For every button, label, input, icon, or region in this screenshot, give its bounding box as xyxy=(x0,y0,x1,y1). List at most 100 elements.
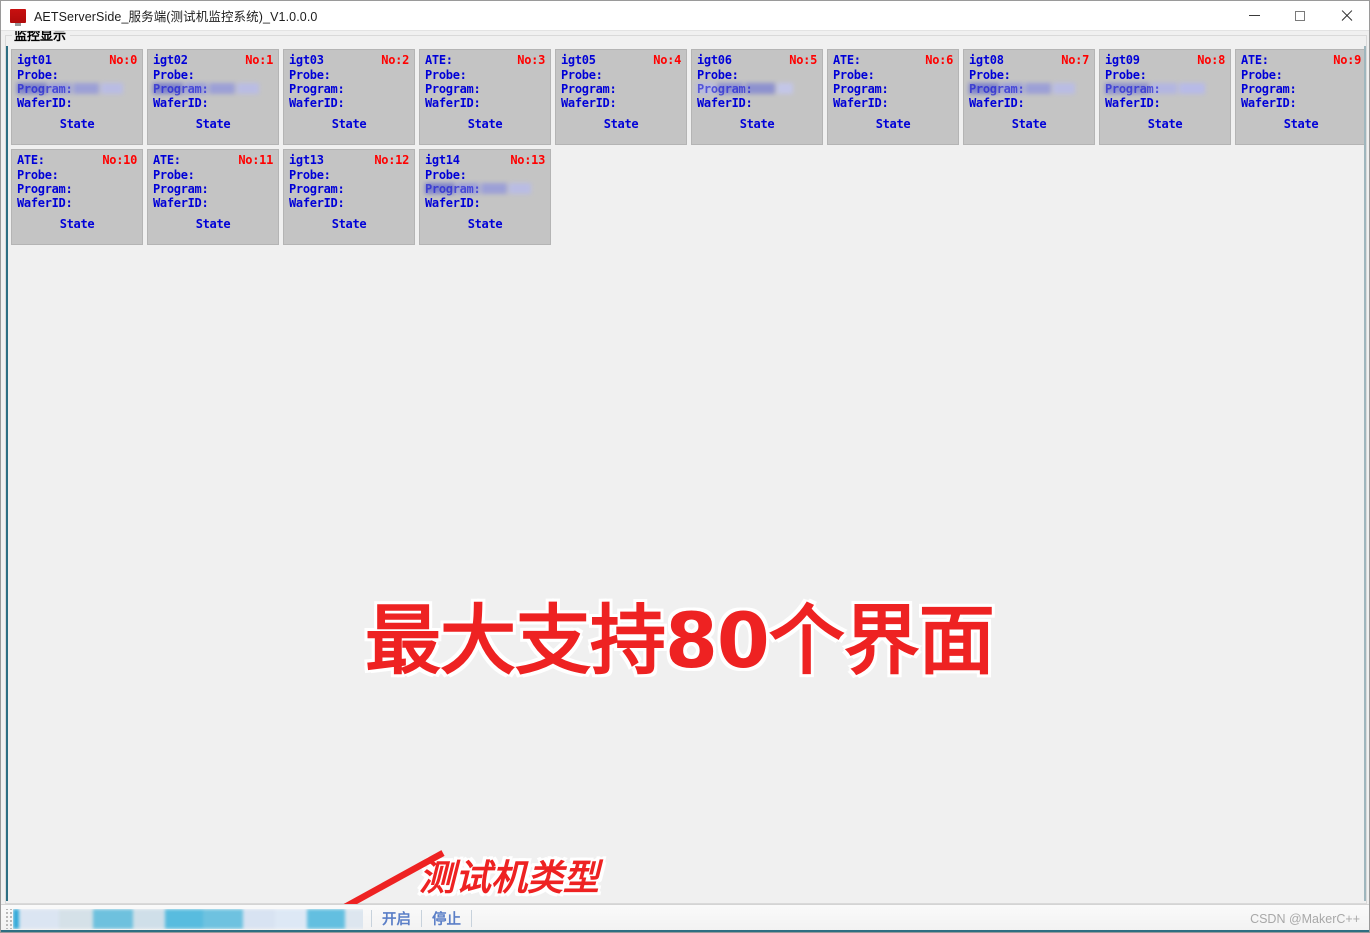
state-label: State xyxy=(195,217,231,231)
tester-panel-header: igt05 No:4 xyxy=(561,53,681,68)
tester-number-label: No:2 xyxy=(381,53,409,67)
maximize-icon[interactable] xyxy=(1277,1,1323,31)
state-label: State xyxy=(1283,117,1319,131)
tester-panel[interactable]: ATE: No:11 Probe: Program: WaferID: State xyxy=(147,149,279,245)
groupbox-top-border xyxy=(6,35,1366,36)
tester-panel[interactable]: igt13 No:12 Probe: Program: WaferID: State xyxy=(283,149,415,245)
start-button[interactable]: 开启 xyxy=(380,908,413,929)
state-label: State xyxy=(467,217,503,231)
tester-panel-grid: igt01 No:0 Probe: Program: WaferID: State igt0… xyxy=(11,49,1364,245)
tester-number-label: No:0 xyxy=(109,53,137,67)
tester-panel[interactable]: igt03 No:2 Probe: Program: WaferID: State xyxy=(283,49,415,145)
tester-panel-header: igt03 No:2 xyxy=(289,53,409,68)
tester-panel-header: ATE: No:3 xyxy=(425,53,545,68)
program-label-text: Program: xyxy=(1105,82,1161,96)
program-label: Program: xyxy=(17,182,73,196)
tester-ate-label: ATE: xyxy=(153,153,181,167)
program-label-redacted: Program: xyxy=(697,82,817,96)
tester-ate-label: ATE: xyxy=(833,53,861,67)
program-label-redacted: Program: xyxy=(425,182,545,196)
tester-panel[interactable]: ATE: No:3 Probe: Program: WaferID: State xyxy=(419,49,551,145)
tester-panel[interactable]: igt09 No:8 Probe: Program: WaferID: State xyxy=(1099,49,1231,145)
program-label: Program: xyxy=(833,82,889,96)
tester-panel-header: igt13 No:12 xyxy=(289,153,409,168)
program-label-redacted: Program: xyxy=(969,82,1089,96)
probe-label: Probe: xyxy=(697,68,739,82)
wafer-id-label: WaferID: xyxy=(833,96,889,110)
program-label: Program: xyxy=(289,82,345,96)
tester-panel-header: ATE: No:11 xyxy=(153,153,273,168)
tester-panel[interactable]: igt06 No:5 Probe: Program: WaferID: State xyxy=(691,49,823,145)
program-label: Program: xyxy=(1241,82,1297,96)
state-label: State xyxy=(1011,117,1047,131)
program-label: Program: xyxy=(561,82,617,96)
toolbar-separator-1 xyxy=(371,910,372,927)
probe-label: Probe: xyxy=(17,168,59,182)
wafer-id-label: WaferID: xyxy=(153,196,209,210)
tester-ate-label: ATE: xyxy=(17,153,45,167)
tester-type-selector-redacted[interactable] xyxy=(13,908,363,929)
probe-label: Probe: xyxy=(289,68,331,82)
tester-panel[interactable]: igt14 No:13 Probe: Program: WaferID: State xyxy=(419,149,551,245)
tester-number-label: No:11 xyxy=(238,153,273,167)
stop-button[interactable]: 停止 xyxy=(430,908,463,929)
annotation-max-panels: 最大支持80个界面 xyxy=(365,596,995,685)
state-label: State xyxy=(603,117,639,131)
panel-scroll-host: igt01 No:0 Probe: Program: WaferID: State igt0… xyxy=(8,46,1364,901)
probe-label: Probe: xyxy=(1105,68,1147,82)
tester-panel-header: ATE: No:10 xyxy=(17,153,137,168)
probe-label: Probe: xyxy=(153,68,195,82)
tester-panel-header: igt01 No:0 xyxy=(17,53,137,68)
tester-number-label: No:6 xyxy=(925,53,953,67)
tester-number-label: No:1 xyxy=(245,53,273,67)
tester-number-label: No:5 xyxy=(789,53,817,67)
client-area: 监控显示 igt01 No:0 Probe: Program: WaferID: Stat… xyxy=(1,31,1369,932)
program-label-text: Program: xyxy=(17,82,73,96)
tester-panel-header: ATE: No:9 xyxy=(1241,53,1361,68)
tester-panel[interactable]: igt08 No:7 Probe: Program: WaferID: State xyxy=(963,49,1095,145)
wafer-id-label: WaferID: xyxy=(289,196,345,210)
probe-label: Probe: xyxy=(1241,68,1283,82)
tester-ate-label: igt13 xyxy=(289,153,324,167)
minimize-icon[interactable] xyxy=(1231,1,1277,31)
window-title: AETServerSide_服务端(测试机监控系统)_V1.0.0.0 xyxy=(34,10,318,24)
tester-ate-label: igt01 xyxy=(17,53,52,67)
application-window: AETServerSide_服务端(测试机监控系统)_V1.0.0.0 监控显示… xyxy=(0,0,1370,933)
state-label: State xyxy=(59,117,95,131)
scroll-rail-right[interactable] xyxy=(1364,46,1366,901)
tester-panel[interactable]: ATE: No:6 Probe: Program: WaferID: State xyxy=(827,49,959,145)
tester-panel-header: igt02 No:1 xyxy=(153,53,273,68)
probe-label: Probe: xyxy=(833,68,875,82)
toolbar-drag-handle[interactable] xyxy=(4,908,12,929)
tester-ate-label: igt14 xyxy=(425,153,460,167)
monitor-display-groupbox: 监控显示 igt01 No:0 Probe: Program: WaferID: Stat… xyxy=(5,31,1367,904)
title-bar: AETServerSide_服务端(测试机监控系统)_V1.0.0.0 xyxy=(1,1,1369,31)
wafer-id-label: WaferID: xyxy=(153,96,209,110)
window-controls xyxy=(1231,1,1369,31)
redaction-blur-layer xyxy=(13,908,363,929)
tester-panel[interactable]: ATE: No:10 Probe: Program: WaferID: State xyxy=(11,149,143,245)
probe-label: Probe: xyxy=(425,168,467,182)
tester-ate-label: igt06 xyxy=(697,53,732,67)
tester-number-label: No:13 xyxy=(510,153,545,167)
wafer-id-label: WaferID: xyxy=(697,96,753,110)
tester-number-label: No:7 xyxy=(1061,53,1089,67)
tester-ate-label: igt08 xyxy=(969,53,1004,67)
tester-ate-label: igt03 xyxy=(289,53,324,67)
wafer-id-label: WaferID: xyxy=(969,96,1025,110)
wafer-id-label: WaferID: xyxy=(289,96,345,110)
tester-panel[interactable]: igt01 No:0 Probe: Program: WaferID: State xyxy=(11,49,143,145)
tester-panel[interactable]: ATE: No:9 Probe: Program: WaferID: State xyxy=(1235,49,1364,145)
probe-label: Probe: xyxy=(289,168,331,182)
program-label-text: Program: xyxy=(969,82,1025,96)
wafer-id-label: WaferID: xyxy=(561,96,617,110)
wafer-id-label: WaferID: xyxy=(425,96,481,110)
close-icon[interactable] xyxy=(1323,1,1369,31)
tester-panel[interactable]: igt02 No:1 Probe: Program: WaferID: State xyxy=(147,49,279,145)
program-label-text: Program: xyxy=(425,182,481,196)
program-label-redacted: Program: xyxy=(1105,82,1225,96)
tester-number-label: No:9 xyxy=(1333,53,1361,67)
watermark-text: CSDN @MakerC++ xyxy=(1250,911,1360,926)
tester-panel[interactable]: igt05 No:4 Probe: Program: WaferID: State xyxy=(555,49,687,145)
tester-panel-header: igt09 No:8 xyxy=(1105,53,1225,68)
